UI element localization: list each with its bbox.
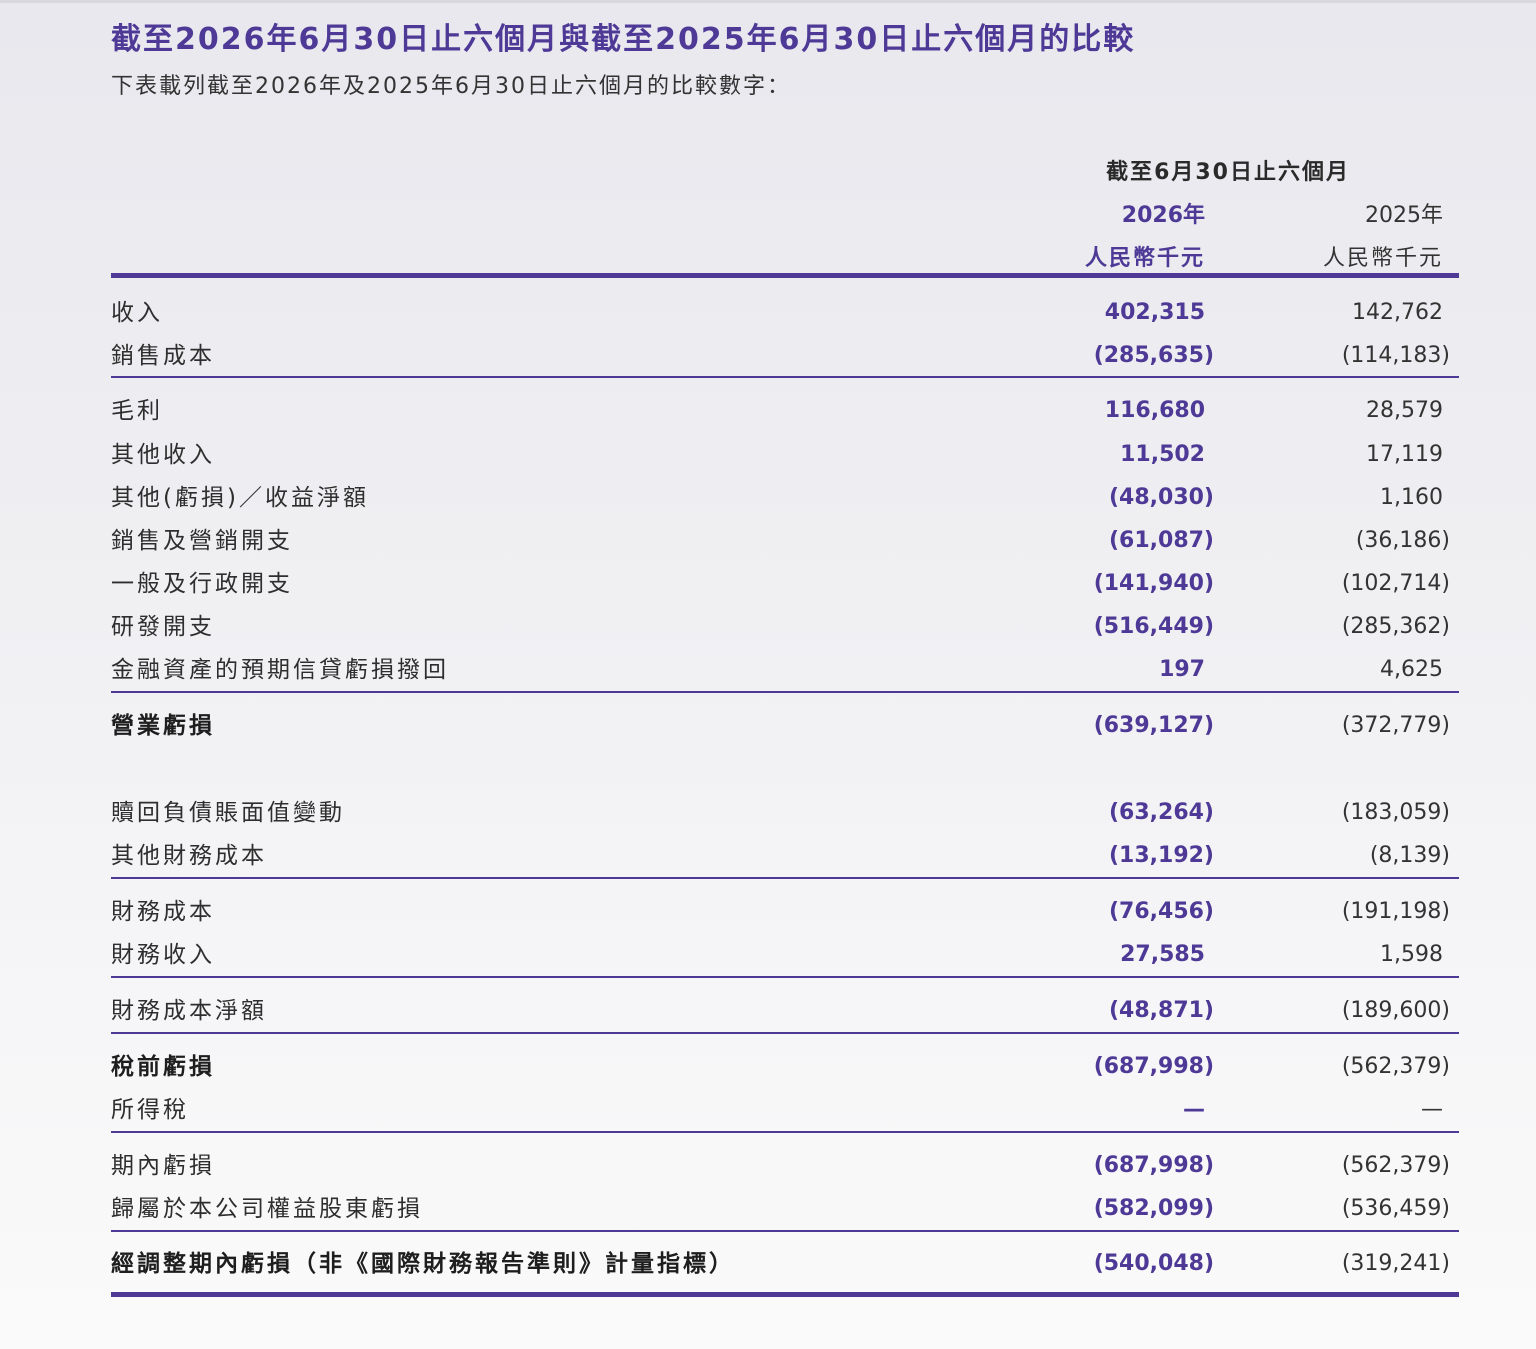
year-current-header: 2026年 (1121, 203, 1205, 228)
row-label: 銷售成本 (111, 343, 215, 369)
table-row: 毛利 116,680 28,579 (0, 391, 1536, 431)
period-header: 截至6月30日止六個月 (1106, 160, 1350, 185)
value-current: (48,030) (1108, 485, 1214, 510)
table-row: 贖回負債賬面值變動 (63,264) (183,059) (0, 793, 1536, 833)
value-prior: (562,379) (1341, 1153, 1450, 1178)
row-label: 其他財務成本 (111, 843, 267, 869)
table-row: 其他收入 11,502 17,119 (0, 435, 1536, 475)
table-row: 一般及行政開支 (141,940) (102,714) (0, 564, 1536, 604)
section-divider (111, 691, 1459, 693)
value-current: (516,449) (1093, 614, 1214, 639)
table-bottom-divider (111, 1292, 1459, 1297)
table-row: 財務成本 (76,456) (191,198) (0, 892, 1536, 932)
row-label: 其他(虧損)／收益淨額 (111, 485, 369, 511)
value-current: 197 (1159, 657, 1205, 682)
table-row: 銷售成本 (285,635) (114,183) (0, 336, 1536, 376)
value-prior: (36,186) (1355, 528, 1450, 553)
value-current: (582,099) (1093, 1196, 1214, 1221)
row-label: 期內虧損 (111, 1153, 215, 1179)
section-divider (111, 877, 1459, 879)
table-row: 其他(虧損)／收益淨額 (48,030) 1,160 (0, 478, 1536, 518)
value-prior: 17,119 (1366, 442, 1443, 467)
row-label: 其他收入 (111, 442, 215, 468)
row-label: 贖回負債賬面值變動 (111, 800, 345, 826)
value-prior: (285,362) (1341, 614, 1450, 639)
value-current: 27,585 (1120, 942, 1205, 967)
top-edge-divider (0, 0, 1536, 3)
table-row: 期內虧損 (687,998) (562,379) (0, 1146, 1536, 1186)
value-prior: (562,379) (1341, 1054, 1450, 1079)
value-current: (639,127) (1093, 713, 1214, 738)
value-prior: 28,579 (1366, 398, 1443, 423)
value-prior: 142,762 (1352, 300, 1443, 325)
table-row: 金融資產的預期信貸虧損撥回 197 4,625 (0, 650, 1536, 690)
value-current: (61,087) (1108, 528, 1214, 553)
table-row: 歸屬於本公司權益股東虧損 (582,099) (536,459) (0, 1189, 1536, 1229)
value-prior: (8,139) (1369, 843, 1450, 868)
year-prior-header: 2025年 (1365, 203, 1443, 228)
table-row: 研發開支 (516,449) (285,362) (0, 607, 1536, 647)
row-label: 金融資產的預期信貸虧損撥回 (111, 657, 449, 683)
value-prior: 1,598 (1380, 942, 1443, 967)
value-current: 116,680 (1104, 398, 1205, 423)
table-row: 稅前虧損 (687,998) (562,379) (0, 1047, 1536, 1087)
table-row: 收入 402,315 142,762 (0, 293, 1536, 333)
row-label: 營業虧損 (111, 713, 215, 739)
value-prior: 1,160 (1380, 485, 1443, 510)
value-prior: (372,779) (1341, 713, 1450, 738)
value-current: (540,048) (1093, 1251, 1214, 1276)
value-prior: (114,183) (1341, 343, 1450, 368)
page-title: 截至2026年6月30日止六個月與截至2025年6月30日止六個月的比較 (111, 22, 1136, 57)
section-divider (111, 1131, 1459, 1133)
value-prior: (536,459) (1341, 1196, 1450, 1221)
row-label: 收入 (111, 300, 163, 326)
value-current: 402,315 (1104, 300, 1205, 325)
currency-prior-header: 人民幣千元 (1322, 246, 1443, 271)
page-subtitle: 下表載列截至2026年及2025年6月30日止六個月的比較數字： (111, 74, 791, 99)
value-current: (63,264) (1108, 800, 1214, 825)
row-label: 財務收入 (111, 942, 215, 968)
row-label: 歸屬於本公司權益股東虧損 (111, 1196, 423, 1222)
value-current: (141,940) (1093, 571, 1214, 596)
value-current: (687,998) (1093, 1153, 1214, 1178)
row-label: 經調整期內虧損（非《國際財務報告準則》計量指標） (111, 1251, 735, 1277)
value-prior: — (1421, 1097, 1443, 1122)
value-prior: (102,714) (1341, 571, 1450, 596)
row-label: 財務成本淨額 (111, 998, 267, 1024)
table-row: 其他財務成本 (13,192) (8,139) (0, 836, 1536, 876)
currency-current-header: 人民幣千元 (1084, 246, 1205, 271)
value-current: — (1183, 1097, 1205, 1122)
financial-statement-page: 截至2026年6月30日止六個月與截至2025年6月30日止六個月的比較 下表載… (0, 0, 1536, 1349)
value-prior: (191,198) (1341, 899, 1450, 924)
value-current: (285,635) (1093, 343, 1214, 368)
row-label: 一般及行政開支 (111, 571, 293, 597)
value-current: 11,502 (1120, 442, 1205, 467)
header-divider (111, 273, 1459, 278)
value-current: (48,871) (1108, 998, 1214, 1023)
table-row: 營業虧損 (639,127) (372,779) (0, 706, 1536, 746)
row-label: 所得稅 (111, 1097, 189, 1123)
value-prior: (319,241) (1341, 1251, 1450, 1276)
value-prior: 4,625 (1380, 657, 1443, 682)
table-row: 財務收入 27,585 1,598 (0, 935, 1536, 975)
row-label: 財務成本 (111, 899, 215, 925)
value-current: (76,456) (1108, 899, 1214, 924)
table-row: 銷售及營銷開支 (61,087) (36,186) (0, 521, 1536, 561)
table-row: 所得稅 — — (0, 1090, 1536, 1130)
value-prior: (189,600) (1341, 998, 1450, 1023)
table-row: 財務成本淨額 (48,871) (189,600) (0, 991, 1536, 1031)
table-row: 經調整期內虧損（非《國際財務報告準則》計量指標） (540,048) (319,… (0, 1244, 1536, 1284)
row-label: 毛利 (111, 398, 163, 424)
section-divider (111, 376, 1459, 378)
value-current: (687,998) (1093, 1054, 1214, 1079)
row-label: 銷售及營銷開支 (111, 528, 293, 554)
row-label: 稅前虧損 (111, 1054, 215, 1080)
section-divider (111, 976, 1459, 978)
row-label: 研發開支 (111, 614, 215, 640)
value-current: (13,192) (1108, 843, 1214, 868)
value-prior: (183,059) (1341, 800, 1450, 825)
section-divider (111, 1230, 1459, 1232)
section-divider (111, 1032, 1459, 1034)
